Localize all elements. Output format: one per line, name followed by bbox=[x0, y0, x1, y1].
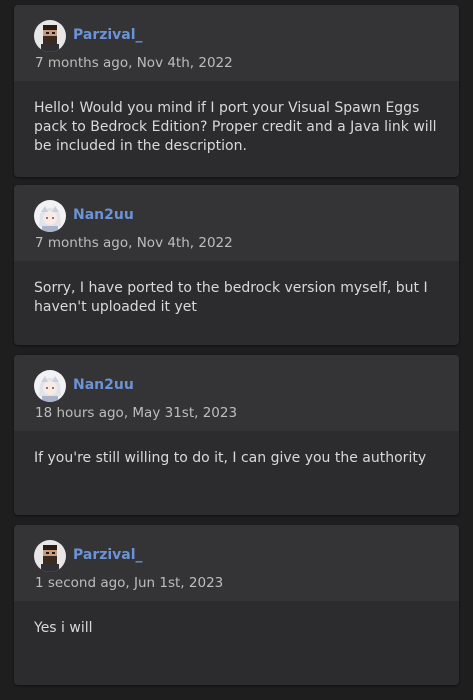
comment-username[interactable]: Nan2uu bbox=[73, 377, 134, 393]
comment-text: Sorry, I have ported to the bedrock vers… bbox=[34, 280, 428, 315]
comment-text: Yes i will bbox=[34, 620, 93, 636]
comment-timestamp: 7 months ago, Nov 4th, 2022 bbox=[35, 55, 233, 71]
comment-header: Parzival_ 7 months ago, Nov 4th, 2022 bbox=[14, 5, 459, 81]
comment-username[interactable]: Parzival_ bbox=[73, 27, 143, 43]
comment-timestamp: 1 second ago, Jun 1st, 2023 bbox=[35, 575, 224, 591]
comment-card: Parzival_ 7 months ago, Nov 4th, 2022 He… bbox=[14, 5, 459, 177]
comment-card: Nan2uu 18 hours ago, May 31st, 2023 If y… bbox=[14, 355, 459, 515]
comment-thread: Parzival_ 7 months ago, Nov 4th, 2022 He… bbox=[0, 0, 473, 700]
anime-girl-avatar-icon[interactable] bbox=[34, 200, 66, 232]
comment-text: Hello! Would you mind if I port your Vis… bbox=[34, 100, 437, 154]
comment-timestamp: 18 hours ago, May 31st, 2023 bbox=[35, 405, 238, 421]
comment-card: Parzival_ 1 second ago, Jun 1st, 2023 Ye… bbox=[14, 525, 459, 685]
comment-text: If you're still willing to do it, I can … bbox=[34, 450, 427, 466]
comment-header: Parzival_ 1 second ago, Jun 1st, 2023 bbox=[14, 525, 459, 601]
comment-username[interactable]: Nan2uu bbox=[73, 207, 134, 223]
anime-girl-avatar-icon[interactable] bbox=[34, 370, 66, 402]
comment-timestamp: 7 months ago, Nov 4th, 2022 bbox=[35, 235, 233, 251]
bearded-man-avatar-icon[interactable] bbox=[34, 20, 66, 52]
comment-header: Nan2uu 18 hours ago, May 31st, 2023 bbox=[14, 355, 459, 431]
bearded-man-avatar-icon[interactable] bbox=[34, 540, 66, 572]
comment-header: Nan2uu 7 months ago, Nov 4th, 2022 bbox=[14, 185, 459, 261]
comment-card: Nan2uu 7 months ago, Nov 4th, 2022 Sorry… bbox=[14, 185, 459, 345]
comment-username[interactable]: Parzival_ bbox=[73, 547, 143, 563]
